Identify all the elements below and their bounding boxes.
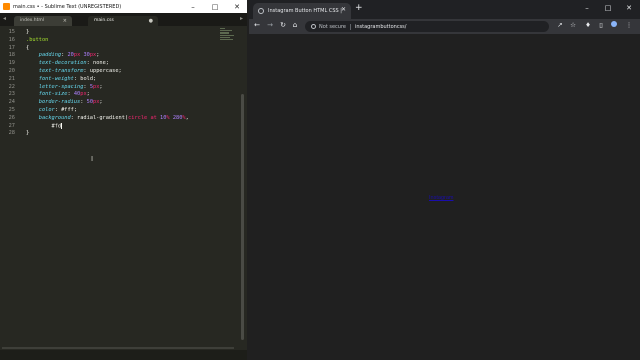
code-line: #fd [51, 122, 62, 130]
code-content[interactable]: } .button { padding: 20px 30px; text-dec… [26, 29, 189, 138]
line-number: 19 [8, 60, 15, 67]
tab-label: index.html [20, 18, 44, 23]
code-line: letter-spacing: 5px; [38, 83, 103, 90]
not-secure-label[interactable]: Not secure [319, 24, 346, 30]
line-number: 15 [8, 29, 15, 35]
line-number: 25 [8, 106, 15, 113]
sublime-tab-bar: ◂ index.html × main.css ● ▸ [0, 13, 247, 26]
code-line: padding: 20px 30px; [38, 52, 100, 59]
line-number: 18 [8, 52, 15, 59]
tab-close-icon[interactable]: ✕ [341, 6, 346, 13]
tab-modified-dot-icon[interactable]: ● [149, 16, 153, 26]
code-line: text-transform: uppercase; [38, 67, 122, 74]
kebab-menu-icon[interactable]: ⋮ [624, 21, 634, 29]
code-line: } [26, 130, 30, 137]
page-viewport: Instagram [249, 34, 640, 360]
side-panel-icon[interactable]: ▯ [596, 21, 606, 29]
tab-scroll-right-icon[interactable]: ▸ [240, 15, 243, 22]
line-number: 17 [8, 44, 15, 51]
text-cursor [61, 122, 62, 129]
code-line: text-decoration: none; [38, 60, 109, 67]
info-icon[interactable] [311, 24, 316, 29]
line-number: 26 [8, 114, 15, 121]
line-number: 22 [8, 83, 15, 90]
globe-icon [258, 8, 264, 14]
sublime-window-title: main.css • - Sublime Text (UNREGISTERED) [13, 3, 122, 10]
minimize-icon[interactable]: – [580, 2, 594, 14]
code-line: .button [26, 36, 49, 43]
minimap[interactable] [220, 28, 236, 52]
browser-toolbar: ← → ↻ ⌂ Not secure instagrambuttoncss/ ↗… [249, 19, 640, 34]
close-icon[interactable]: ✕ [228, 0, 246, 13]
line-number: 28 [8, 130, 15, 137]
close-icon[interactable]: ✕ [622, 2, 636, 14]
address-divider [349, 23, 351, 30]
line-number-gutter: 15 16 17 18 19 20 21 22 23 24 25 26 27 2… [0, 29, 18, 138]
reload-icon[interactable]: ↻ [278, 21, 288, 29]
tab-close-icon[interactable]: × [63, 16, 67, 26]
tab-scroll-left-icon[interactable]: ◂ [3, 15, 6, 22]
code-line: color: #fff; [38, 106, 78, 113]
new-tab-icon[interactable]: + [355, 3, 363, 13]
url-text[interactable]: instagrambuttoncss/ [355, 24, 407, 30]
code-line: font-size: 40px; [38, 91, 90, 98]
code-line: } [26, 29, 30, 35]
instagram-button-link[interactable]: Instagram [429, 195, 453, 201]
share-icon[interactable]: ↗ [555, 21, 565, 29]
maximize-icon[interactable]: □ [206, 0, 224, 13]
chrome-window: Instagram Button HTML CSS | C ✕ + – □ ✕ … [249, 0, 640, 360]
tab-label: main.css [94, 18, 114, 23]
address-bar[interactable]: Not secure instagrambuttoncss/ [305, 21, 549, 32]
tab-title: Instagram Button HTML CSS | C [268, 8, 342, 14]
sublime-app-icon [3, 3, 10, 10]
profile-avatar-icon[interactable] [609, 21, 619, 29]
back-arrow-icon[interactable]: ← [252, 21, 262, 29]
line-number: 16 [8, 36, 15, 43]
vertical-scrollbar[interactable] [241, 94, 244, 340]
home-icon[interactable]: ⌂ [290, 21, 300, 29]
line-number: 23 [8, 91, 15, 98]
code-line: font-weight: bold; [38, 75, 97, 82]
mouse-ibeam-cursor-icon: I [91, 155, 94, 163]
code-line: border-radius: 50px; [38, 99, 103, 106]
bookmark-star-icon[interactable]: ☆ [568, 21, 578, 29]
code-line: { [26, 44, 30, 51]
code-line: background: radial-gradient(circle at 10… [38, 114, 189, 121]
line-number: 27 [8, 122, 15, 129]
line-number: 21 [8, 75, 15, 82]
tab-main-css[interactable]: main.css ● [88, 16, 158, 26]
line-number: 24 [8, 99, 15, 106]
maximize-icon[interactable]: □ [601, 2, 615, 14]
line-number: 20 [8, 67, 15, 74]
browser-tab[interactable]: Instagram Button HTML CSS | C ✕ [253, 3, 351, 19]
tab-index-html[interactable]: index.html × [14, 16, 72, 26]
horizontal-scrollbar[interactable] [2, 347, 234, 349]
status-bar [0, 350, 247, 360]
extensions-puzzle-icon[interactable]: ♦ [583, 21, 593, 29]
forward-arrow-icon[interactable]: → [265, 21, 275, 29]
minimize-icon[interactable]: – [184, 0, 202, 13]
code-editor[interactable]: 15 16 17 18 19 20 21 22 23 24 25 26 27 2… [0, 26, 247, 350]
sublime-text-window: main.css • - Sublime Text (UNREGISTERED)… [0, 0, 247, 360]
tab-strip: Instagram Button HTML CSS | C ✕ + – □ ✕ [249, 0, 640, 19]
sublime-titlebar: main.css • - Sublime Text (UNREGISTERED)… [0, 0, 247, 13]
